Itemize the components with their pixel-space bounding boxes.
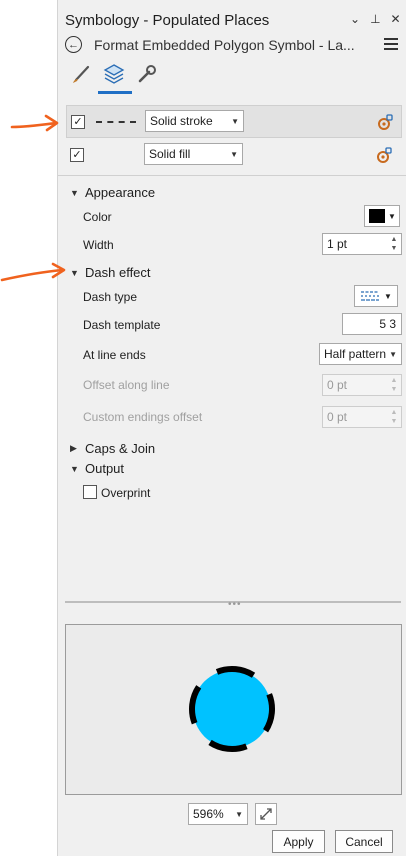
chevron-down-icon: ▼	[70, 463, 79, 474]
zoom-to-full-button[interactable]	[255, 803, 277, 825]
custom-offset-spinner[interactable]: 0 pt ▲ ▼	[322, 406, 402, 428]
dash-pattern-icon	[361, 291, 379, 301]
symbol-preview	[65, 624, 402, 795]
layer-lock-icon[interactable]	[376, 113, 394, 131]
wrench-icon	[138, 65, 156, 83]
line-ends-value: Half pattern	[324, 347, 387, 361]
paintbrush-icon	[73, 65, 90, 83]
pane-title: Symbology - Populated Places	[65, 12, 270, 29]
chevron-down-icon: ▼	[235, 809, 243, 819]
chevron-down-icon: ▼	[70, 267, 79, 278]
checkmark-icon: ✓	[73, 115, 83, 128]
offset-spinner[interactable]: 0 pt ▲ ▼	[322, 374, 402, 396]
spinner-arrows-icon[interactable]: ▲ ▼	[387, 375, 401, 395]
preview-polygon-fill	[193, 670, 271, 748]
tab-layers[interactable]	[101, 62, 127, 86]
section-output-heading: Output	[85, 461, 125, 476]
section-dash-effect-heading: Dash effect	[85, 265, 151, 280]
checkmark-icon: ✓	[72, 148, 82, 161]
offset-value: 0 pt	[327, 378, 348, 392]
back-button[interactable]: ←	[65, 36, 82, 53]
section-appearance[interactable]: ▼ Appearance	[70, 185, 155, 200]
symbol-layer-type-dropdown[interactable]: Solid fill ▼	[144, 143, 243, 165]
symbol-layer-row-fill[interactable]: ✓ Solid fill ▼	[66, 138, 402, 171]
dash-template-input[interactable]: 5 3	[342, 313, 402, 335]
tab-properties[interactable]	[68, 62, 94, 86]
color-picker-button[interactable]: ▼	[364, 205, 400, 227]
close-icon[interactable]: ✕	[391, 12, 401, 30]
options-menu-icon[interactable]	[384, 38, 398, 50]
symbology-pane: Symbology - Populated Places ⌄ ⊥ ✕ ← For…	[57, 0, 406, 856]
width-value: 1 pt	[327, 237, 348, 251]
custom-offset-label: Custom endings offset	[83, 410, 203, 424]
layer-visibility-checkbox[interactable]: ✓	[71, 115, 85, 129]
width-spinner[interactable]: 1 pt ▲ ▼	[322, 233, 402, 255]
chevron-down-icon: ▼	[384, 291, 392, 301]
symbol-layer-type-value: Solid fill	[149, 147, 191, 161]
pane-title-controls: ⌄ ⊥ ✕	[350, 12, 406, 30]
offset-label: Offset along line	[83, 378, 170, 392]
chevron-down-icon: ▼	[389, 349, 397, 359]
spinner-arrows-icon[interactable]: ▲ ▼	[387, 407, 401, 427]
layer-lock-icon[interactable]	[375, 146, 393, 164]
zoom-value: 596%	[193, 807, 224, 821]
tab-structure[interactable]	[134, 62, 160, 86]
pane-subtitle: Format Embedded Polygon Symbol - La...	[94, 37, 355, 53]
dash-template-label: Dash template	[83, 318, 161, 332]
apply-button[interactable]: Apply	[272, 830, 325, 853]
line-ends-dropdown[interactable]: Half pattern ▼	[319, 343, 402, 365]
color-swatch	[369, 209, 385, 223]
annotation-arrow-icon	[10, 114, 59, 132]
layer-visibility-checkbox[interactable]: ✓	[70, 148, 84, 162]
symbol-layer-type-value: Solid stroke	[150, 114, 213, 128]
dashed-stroke-preview	[96, 121, 136, 123]
active-tab-indicator	[98, 91, 132, 94]
pin-icon[interactable]: ⊥	[370, 12, 380, 30]
pane-menu-icon[interactable]: ⌄	[350, 12, 360, 30]
zoom-full-extent-icon	[260, 808, 272, 820]
width-label: Width	[83, 238, 114, 252]
dash-type-label: Dash type	[83, 290, 138, 304]
layers-icon	[103, 64, 125, 84]
section-dash-effect[interactable]: ▼ Dash effect	[70, 265, 151, 280]
custom-offset-value: 0 pt	[327, 410, 348, 424]
dash-type-dropdown[interactable]: ▼	[354, 285, 398, 307]
section-appearance-heading: Appearance	[85, 185, 156, 200]
chevron-down-icon: ▼	[70, 187, 79, 198]
arrow-left-icon: ←	[68, 38, 79, 51]
symbol-layer-type-dropdown[interactable]: Solid stroke ▼	[145, 110, 244, 132]
symbol-layer-row-stroke[interactable]: ✓ Solid stroke ▼	[66, 105, 402, 138]
section-caps-join[interactable]: ▶ Caps & Join	[70, 441, 155, 456]
splitter-grip-icon[interactable]: •••	[228, 600, 242, 610]
annotation-arrow-icon	[0, 262, 66, 282]
line-ends-label: At line ends	[83, 348, 146, 362]
chevron-down-icon: ▼	[388, 211, 396, 221]
chevron-down-icon: ▼	[230, 149, 238, 159]
cancel-button[interactable]: Cancel	[335, 830, 393, 853]
spinner-arrows-icon[interactable]: ▲ ▼	[387, 234, 401, 254]
chevron-right-icon: ▶	[70, 443, 77, 453]
overprint-label: Overprint	[101, 486, 151, 500]
chevron-down-icon: ▼	[231, 116, 239, 126]
zoom-dropdown[interactable]: 596% ▼	[188, 803, 248, 825]
color-label: Color	[83, 210, 112, 224]
divider	[58, 175, 406, 176]
overprint-checkbox[interactable]	[83, 485, 97, 499]
symbol-preview-canvas	[189, 666, 275, 752]
section-caps-join-heading: Caps & Join	[85, 441, 156, 456]
section-output[interactable]: ▼ Output	[70, 461, 124, 476]
